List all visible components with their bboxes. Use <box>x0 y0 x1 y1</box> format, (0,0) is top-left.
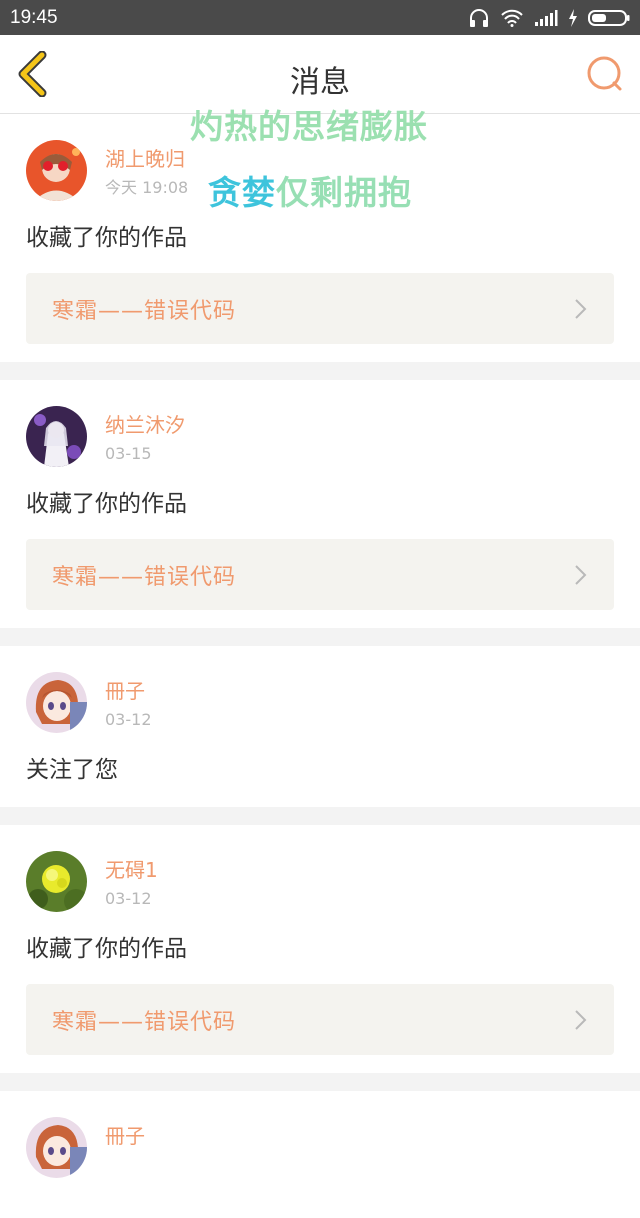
overlay-text-line1: 灼热的思绪膨胀 <box>190 107 428 146</box>
user-name[interactable]: 湖上晚归 <box>105 146 188 172</box>
work-title: 寒霜——错误代码 <box>52 298 237 324</box>
avatar-image-icon <box>26 1117 87 1178</box>
work-link[interactable]: 寒霜——错误代码 <box>26 273 614 344</box>
message-time: 03-15 <box>105 444 152 463</box>
search-bubble-icon <box>587 56 622 91</box>
chevron-right-icon <box>575 298 587 319</box>
charging-icon <box>569 8 577 27</box>
message-action: 收藏了你的作品 <box>26 225 187 251</box>
overlay-text-line2-blue: 贪婪 <box>208 173 276 212</box>
wifi-icon <box>501 9 523 27</box>
avatar-image-icon <box>26 140 87 201</box>
message-card[interactable]: 湖上晚归 今天 19:08 收藏了你的作品 寒霜——错误代码 <box>0 114 640 362</box>
work-link[interactable]: 寒霜——错误代码 <box>26 539 614 610</box>
user-name[interactable]: 无碍1 <box>105 857 158 883</box>
avatar[interactable] <box>26 140 87 201</box>
chevron-right-icon <box>575 564 587 585</box>
avatar[interactable] <box>26 406 87 467</box>
status-bar: 19:45 <box>0 0 640 35</box>
message-list: 湖上晚归 今天 19:08 收藏了你的作品 寒霜——错误代码 纳兰沐汐 03-1… <box>0 114 640 1218</box>
chevron-right-icon <box>575 1009 587 1030</box>
message-card[interactable]: 冊子 03-12 关注了您 <box>0 646 640 807</box>
message-action: 收藏了你的作品 <box>26 936 187 962</box>
message-action: 关注了您 <box>26 757 118 783</box>
search-button[interactable] <box>586 55 624 93</box>
message-time: 03-12 <box>105 889 152 908</box>
message-card[interactable]: 纳兰沐汐 03-15 收藏了你的作品 寒霜——错误代码 <box>0 380 640 628</box>
message-card[interactable]: 冊子 <box>0 1091 640 1218</box>
user-name[interactable]: 纳兰沐汐 <box>105 412 185 438</box>
signal-icon <box>535 9 558 26</box>
avatar[interactable] <box>26 1117 87 1178</box>
message-time: 03-12 <box>105 710 152 729</box>
avatar-image-icon <box>26 672 87 733</box>
status-icons <box>468 8 630 28</box>
message-card[interactable]: 无碍1 03-12 收藏了你的作品 寒霜——错误代码 <box>0 825 640 1073</box>
overlay-text-line2-rest: 仅剩拥抱 <box>276 173 412 212</box>
work-title: 寒霜——错误代码 <box>52 1009 237 1035</box>
status-time: 19:45 <box>10 6 58 28</box>
avatar[interactable] <box>26 672 87 733</box>
overlay-text-line2: 贪婪仅剩拥抱 <box>208 166 412 214</box>
avatar-image-icon <box>26 406 87 467</box>
work-title: 寒霜——错误代码 <box>52 564 237 590</box>
headphones-icon <box>470 8 488 27</box>
user-name[interactable]: 冊子 <box>105 678 152 704</box>
message-action: 收藏了你的作品 <box>26 491 187 517</box>
user-name[interactable]: 冊子 <box>105 1123 145 1149</box>
avatar[interactable] <box>26 851 87 912</box>
work-link[interactable]: 寒霜——错误代码 <box>26 984 614 1055</box>
avatar-image-icon <box>26 851 87 912</box>
message-time: 今天 19:08 <box>105 178 189 197</box>
page-title: 消息 <box>290 65 350 100</box>
battery-icon <box>588 9 630 26</box>
